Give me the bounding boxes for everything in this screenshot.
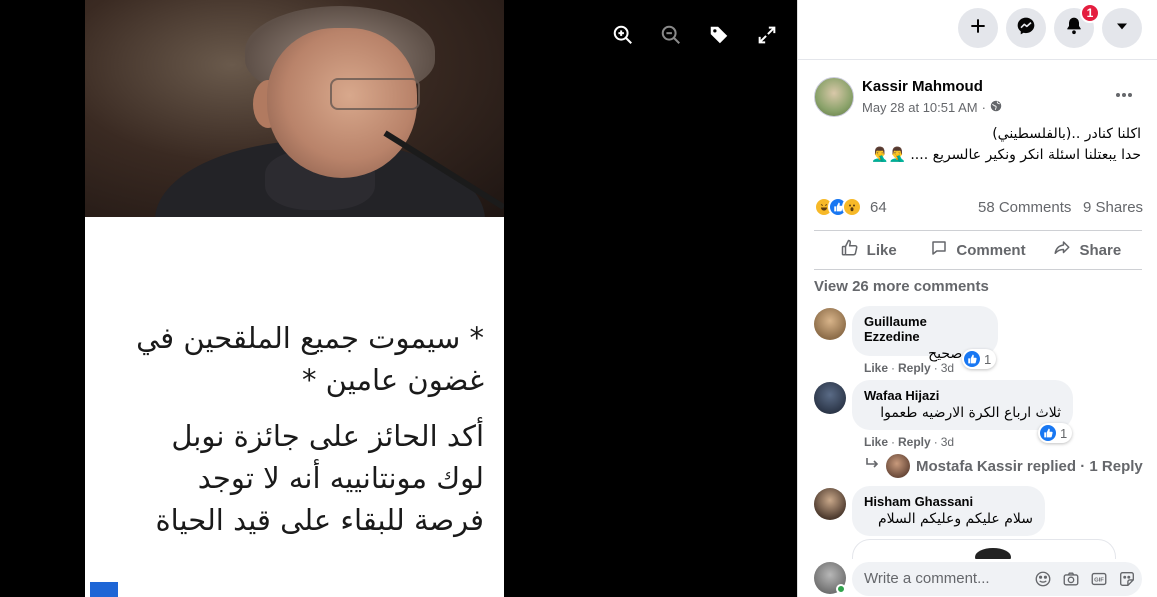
comment-button[interactable]: Comment xyxy=(923,231,1032,269)
post-actions-bar: Like Comment Share xyxy=(814,230,1142,270)
like-label: Like xyxy=(866,241,897,259)
partial-comment-card xyxy=(852,539,1116,559)
tag-icon[interactable] xyxy=(706,22,732,48)
comment-reply-link[interactable]: Reply xyxy=(898,361,931,375)
post-timestamp[interactable]: May 28 at 10:51 AM xyxy=(862,100,978,115)
commenter-name[interactable]: Guillaume Ezzedine xyxy=(864,314,986,344)
photo-viewer-page: * سيموت جميع الملقحين في غضون عامين * أك… xyxy=(0,0,1157,597)
post-side-panel: 1 Kassir Mahmoud May 28 at 10:51 AM · اك… xyxy=(797,0,1157,597)
post-options-button[interactable] xyxy=(1110,84,1138,104)
commenter-avatar[interactable] xyxy=(814,488,846,520)
comment-reply-link[interactable]: Reply xyxy=(898,435,931,449)
post-body: اكلنا كنادر ..(بالفلسطيني) حدا يبعتلنا ا… xyxy=(821,124,1141,166)
commenter-name[interactable]: Hisham Ghassani xyxy=(864,494,1033,509)
comment-actions: Like · Reply · 3d xyxy=(864,435,955,449)
share-label: Share xyxy=(1079,241,1122,259)
more-dots-icon xyxy=(1115,85,1133,103)
reply-summary-text: Mostafa Kassir replied · 1 Reply xyxy=(916,457,1143,475)
emoji-icon[interactable] xyxy=(1034,570,1052,588)
zoom-in-icon[interactable] xyxy=(610,22,636,48)
share-icon xyxy=(1053,239,1071,261)
globe-icon xyxy=(990,100,1002,115)
photo-blue-block xyxy=(90,582,118,597)
view-replies-link[interactable]: Mostafa Kassir replied · 1 Reply xyxy=(864,454,1143,478)
like-button[interactable]: Like xyxy=(814,231,923,269)
fullscreen-icon[interactable] xyxy=(754,22,780,48)
zoom-out-icon[interactable] xyxy=(658,22,684,48)
photo-text-line: أكد الحائز على جائزة نوبل xyxy=(171,419,484,453)
comment-label: Comment xyxy=(956,241,1026,259)
messenger-icon xyxy=(1016,16,1036,41)
comment-reaction-badge[interactable]: 1 xyxy=(962,349,997,369)
commenter-avatar[interactable] xyxy=(814,308,846,340)
sticker-icon[interactable] xyxy=(1118,570,1136,588)
svg-text:GIF: GIF xyxy=(1094,578,1104,584)
gif-icon[interactable]: GIF xyxy=(1090,570,1108,588)
post-photo[interactable]: * سيموت جميع الملقحين في غضون عامين * أك… xyxy=(85,0,504,597)
photo-text-line: * سيموت جميع الملقحين في xyxy=(136,321,484,355)
photo-text-line: غضون عامين * xyxy=(301,363,484,397)
plus-icon xyxy=(968,16,988,41)
wow-reaction-icon xyxy=(842,197,862,217)
create-button[interactable] xyxy=(958,8,998,48)
comment-reaction-count: 1 xyxy=(984,351,992,367)
portrait-image xyxy=(85,0,504,217)
comment-text: سلام عليكم وعليكم السلام xyxy=(877,511,1033,527)
commenter-avatar[interactable] xyxy=(814,382,846,414)
messenger-button[interactable] xyxy=(1006,8,1046,48)
like-reaction-icon xyxy=(964,351,980,367)
bell-icon xyxy=(1064,16,1084,41)
shares-count-link[interactable]: 9 Shares xyxy=(1083,199,1143,216)
post-meta: May 28 at 10:51 AM · xyxy=(862,100,1002,115)
comment-like-link[interactable]: Like xyxy=(864,435,888,449)
photo-text-line: لوك مونتانييه أنه لا توجد xyxy=(197,461,484,495)
comment-reaction-count: 1 xyxy=(1060,425,1068,441)
comment-actions: Like · Reply · 3d xyxy=(864,361,955,375)
comment-bubble: Wafaa Hijazi ثلاث ارباع الكرة الارضيه طع… xyxy=(852,380,1073,430)
notification-badge: 1 xyxy=(1080,3,1100,23)
thumbs-up-icon xyxy=(841,239,859,261)
comment-icon xyxy=(930,239,948,261)
comment-like-link[interactable]: Like xyxy=(864,361,888,375)
comment-age[interactable]: 3d xyxy=(941,361,954,375)
like-reaction-icon xyxy=(1040,425,1056,441)
account-menu-button[interactable] xyxy=(1102,8,1142,48)
camera-icon[interactable] xyxy=(1062,570,1080,588)
post-author-name[interactable]: Kassir Mahmoud xyxy=(862,78,983,95)
reactions-summary[interactable]: 64 xyxy=(814,197,887,217)
top-bar xyxy=(798,0,1157,60)
comments-count-link[interactable]: 58 Comments xyxy=(978,199,1071,216)
photo-text-line: فرصة للبقاء على قيد الحياة xyxy=(155,503,484,537)
reply-arrow-icon xyxy=(864,456,880,476)
photo-viewer: * سيموت جميع الملقحين في غضون عامين * أك… xyxy=(0,0,797,597)
comment-bubble: Hisham Ghassani سلام عليكم وعليكم السلام xyxy=(852,486,1045,536)
post-text-line: اكلنا كنادر ..(بالفلسطيني) xyxy=(992,126,1141,142)
comment-input[interactable] xyxy=(864,570,1024,587)
comment-text: ثلاث ارباع الكرة الارضيه طعموا xyxy=(880,405,1061,421)
online-status-dot xyxy=(836,584,846,594)
share-button[interactable]: Share xyxy=(1033,231,1142,269)
author-avatar[interactable] xyxy=(814,77,854,117)
caret-down-icon xyxy=(1112,16,1132,41)
comment-age[interactable]: 3d xyxy=(941,435,954,449)
comment-composer: GIF xyxy=(852,562,1142,596)
replier-avatar xyxy=(886,454,910,478)
meta-separator: · xyxy=(981,100,986,115)
reaction-count: 64 xyxy=(870,198,887,216)
commenter-name[interactable]: Wafaa Hijazi xyxy=(864,388,1061,403)
view-more-comments-link[interactable]: View 26 more comments xyxy=(814,278,989,295)
comment-reaction-badge[interactable]: 1 xyxy=(1038,423,1073,443)
photo-caption-text: * سيموت جميع الملقحين في غضون عامين * أك… xyxy=(85,217,504,597)
post-text-line: حدا يبعتلنا اسئلة انكر ونكير عالسريع ...… xyxy=(871,147,1141,163)
